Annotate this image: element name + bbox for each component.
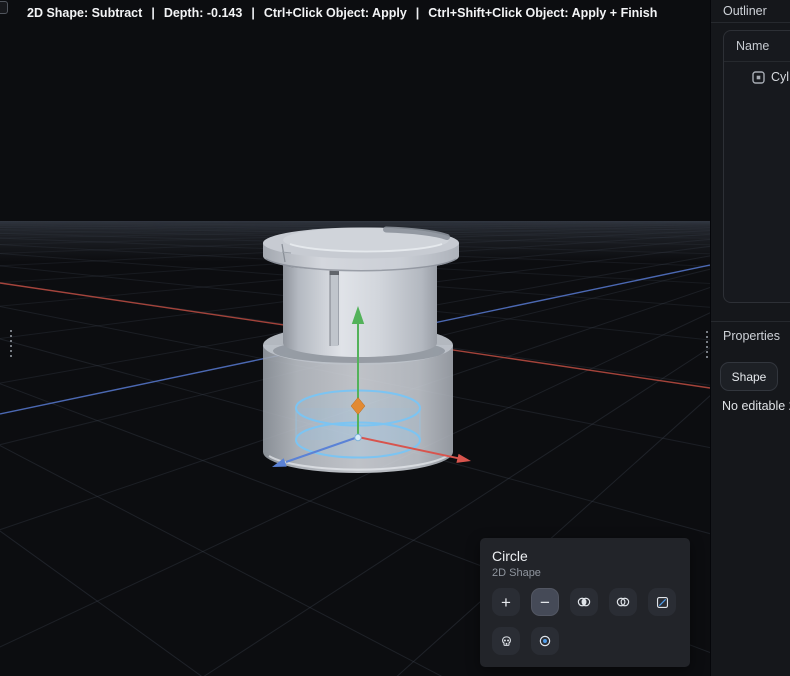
outliner-item-label: Cyl [771,70,790,84]
status-bar: 2D Shape: Subtract | Depth: -0.143 | Ctrl+Cl… [0,0,710,26]
skull-button[interactable] [492,627,520,655]
column-name-label: Name [736,39,770,53]
plus-icon: + [501,592,511,612]
properties-empty-message: No editable 2 [722,399,790,413]
divider [711,321,790,322]
left-panel-resize-handle[interactable] [10,330,13,358]
slash-square-button[interactable] [648,588,676,616]
boolean-minus-button[interactable]: − [531,588,559,616]
overlap-circles-icon [614,593,632,611]
dialog-title: Circle [492,548,528,564]
application-window: 2D Shape: Subtract | Depth: -0.143 | Ctrl+Cl… [0,0,790,676]
status-separator: | [151,6,155,20]
status-separator: | [415,6,420,20]
right-panel-resize-handle[interactable] [706,331,709,359]
boolean-plus-button[interactable]: + [492,588,520,616]
gizmo-origin-dot[interactable] [354,433,362,442]
shape-tool-dialog: Circle 2D Shape + − [480,538,690,667]
side-panel: Outliner Name Cyl Properties Shape No ed… [710,0,790,676]
options-buttons-row [492,627,678,655]
tab-shape-label: Shape [731,369,767,384]
boolean-overlap-button[interactable] [609,588,637,616]
status-item: Ctrl+Shift+Click Object: Apply + Finish [428,6,658,20]
dot-circle-button[interactable] [531,627,559,655]
minus-icon: − [540,592,550,612]
status-separator: | [251,6,255,20]
tab-shape[interactable]: Shape [720,362,778,391]
overlap-circles-filled-icon [575,593,593,611]
skull-icon [498,633,515,650]
outliner-tree: Name Cyl [723,30,790,303]
status-item: Depth: -0.143 [163,6,243,20]
boolean-buttons-row: + − [492,588,678,616]
outliner-header: Outliner [711,0,790,22]
properties-header: Properties [711,326,790,346]
solid-body-icon [752,70,765,84]
outliner-column-header: Name [724,31,790,62]
outliner-title: Outliner [723,4,767,18]
boolean-overlap-filled-button[interactable] [570,588,598,616]
slash-square-icon [654,594,671,611]
dot-circle-icon [536,632,554,650]
outliner-item-cylinder[interactable]: Cyl [724,70,790,84]
status-item: 2D Shape: Subtract [27,6,143,20]
dialog-subtitle: 2D Shape [492,567,541,579]
divider [711,22,790,23]
properties-title-label: Properties [723,329,780,343]
status-item: Ctrl+Click Object: Apply [263,6,407,20]
